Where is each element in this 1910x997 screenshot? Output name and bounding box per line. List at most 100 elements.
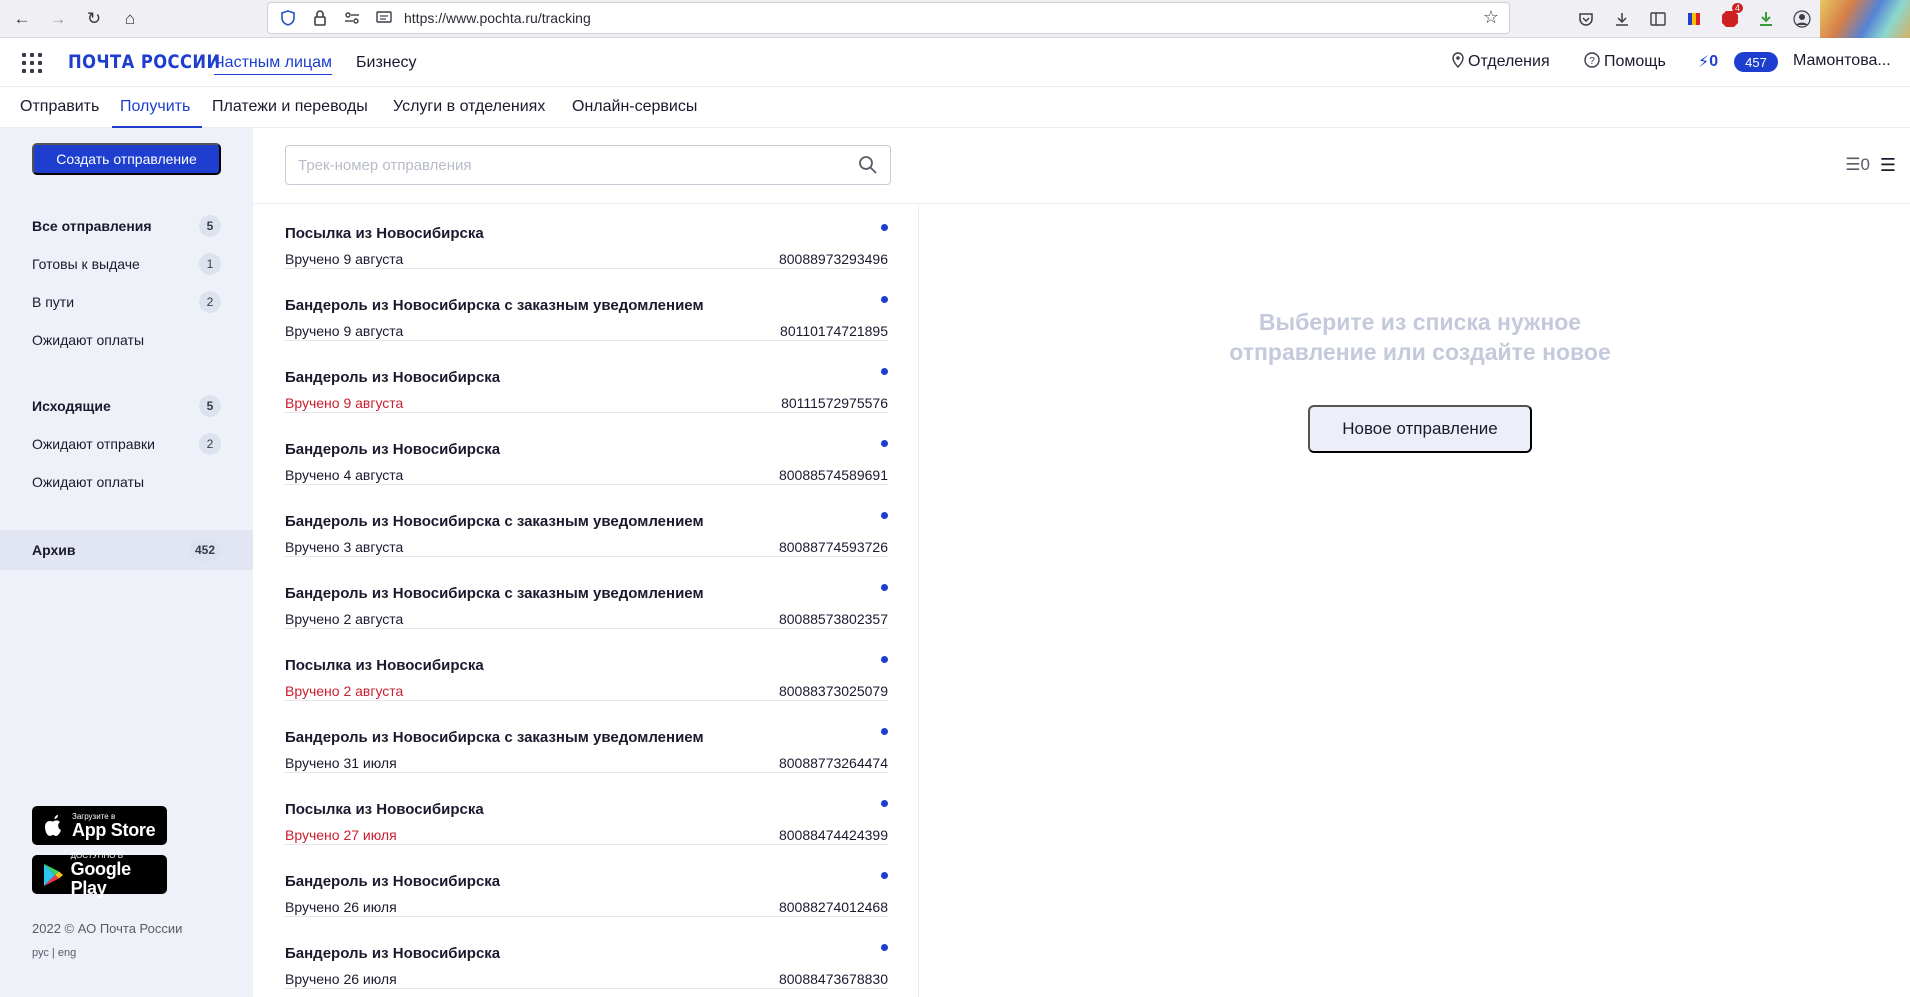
search-bar: ☰0 ☰ [253,128,1910,204]
shipment-row[interactable]: Бандероль из Новосибирска с заказным уве… [285,557,888,629]
count-badge: 2 [199,291,221,313]
shipment-title: Бандероль из Новосибирска с заказным уве… [285,513,704,530]
shipment-row[interactable]: Бандероль из Новосибирска Вручено 4 авгус… [285,413,888,485]
download-icon[interactable] [1604,0,1640,38]
shipment-row[interactable]: Бандероль из Новосибирска Вручено 26 июля… [285,845,888,917]
download-extension-icon[interactable] [1748,0,1784,38]
sidebar-item-outgoing[interactable]: Исходящие 5 [32,394,221,418]
shipment-status: Вручено 9 августа [285,395,404,411]
address-bar[interactable]: https://www.pochta.ru/tracking ☆ [267,2,1510,34]
nav-business[interactable]: Бизнесу [356,54,417,72]
appstore-big-text: App Store [72,819,156,840]
shipment-row[interactable]: Бандероль из Новосибирска Вручено 9 авгус… [285,341,888,413]
user-menu[interactable]: Мамонтова... [1793,52,1891,70]
track-search-field[interactable] [285,145,891,185]
tracking-number: 80088973293496 [778,251,888,267]
extensions-menu-icon[interactable] [1820,0,1910,38]
shipment-status: Вручено 27 июля [285,827,397,843]
shipment-title: Бандероль из Новосибирска [285,441,501,458]
pochta-logo[interactable]: ПОЧТА РОССИИ [68,51,221,73]
permissions-icon[interactable] [340,6,364,30]
subnav-send[interactable]: Отправить [20,98,99,116]
flag-extension-icon[interactable] [1676,0,1712,38]
tracking-number: 80111572975576 [781,395,888,411]
reload-icon[interactable]: ↻ [80,5,108,33]
sidebar-item-label: В пути [32,294,75,310]
detail-panel: Выберите из списка нужное отправление ил… [920,205,1910,997]
shipment-title: Бандероль из Новосибирска [285,369,501,386]
unread-dot-icon [881,728,888,735]
back-icon[interactable]: ← [8,5,36,33]
subnav-payments[interactable]: Платежи и переводы [212,98,368,116]
sidebar-item-all-shipments[interactable]: Все отправления 5 [32,214,221,238]
count-badge: 5 [199,395,221,417]
bookmark-star-icon[interactable]: ☆ [1483,7,1499,28]
lock-icon[interactable] [308,6,332,30]
shield-icon[interactable] [276,6,300,30]
shipment-row[interactable]: Бандероль из Новосибирска Вручено 26 июля… [285,917,888,989]
pocket-icon[interactable] [1568,0,1604,38]
apps-grid-icon[interactable] [22,53,42,73]
count-badge: 452 [188,539,221,561]
shipment-title: Бандероль из Новосибирска с заказным уве… [285,729,704,746]
adblock-extension-icon[interactable]: 4 [1712,0,1748,38]
unread-dot-icon [881,656,888,663]
subnav-office-services[interactable]: Услуги в отделениях [393,98,545,116]
subnav-receive[interactable]: Получить [120,98,190,116]
sidebar-item-archive[interactable]: Архив 452 [32,538,221,562]
forward-icon[interactable]: → [44,5,72,33]
subnav-online-services[interactable]: Онлайн-сервисы [572,98,697,116]
apple-icon [38,806,70,845]
tracking-number: 80088773264474 [778,755,888,771]
googleplay-big-text: Google Play [70,859,132,898]
shipment-row[interactable]: Посылка из Новосибирска Вручено 9 августа… [285,205,888,269]
tracking-number: 80088574589691 [778,467,888,483]
sidebar-item-label: Ожидают оплаты [32,332,145,348]
sidebar-item-awaiting-dispatch[interactable]: Ожидают отправки 2 [32,432,221,456]
sidebar-item-outgoing-awaiting-payment[interactable]: Ожидают оплаты [32,470,221,494]
reader-icon[interactable] [372,6,396,30]
help-link[interactable]: ? Помощь [1584,52,1666,71]
hamburger-menu-icon[interactable]: ☰ [1880,155,1896,176]
shipment-row[interactable]: Бандероль из Новосибирска с заказным уве… [285,701,888,773]
sidebar-item-ready[interactable]: Готовы к выдаче 1 [32,252,221,276]
notifications-badge[interactable]: 457 [1734,52,1778,72]
shipment-title: Бандероль из Новосибирска с заказным уве… [285,297,704,314]
sidebar-item-in-transit[interactable]: В пути 2 [32,290,221,314]
shipment-row[interactable]: Посылка из Новосибирска Вручено 2 августа… [285,629,888,701]
shipment-row[interactable]: Бандероль из Новосибирска с заказным уве… [285,485,888,557]
create-shipment-button[interactable]: Создать отправление [32,143,221,175]
shipment-row[interactable]: Бандероль из Новосибирска с заказным уве… [285,269,888,341]
extension-badge: 4 [1731,3,1743,13]
compact-view-toggle[interactable]: ☰0 [1845,155,1870,175]
sidebar-item-label: Готовы к выдаче [32,256,140,272]
shipment-status: Вручено 2 августа [285,611,404,627]
shipment-title: Посылка из Новосибирска [285,657,484,674]
bolt-icon: ⚡ [1698,54,1710,71]
nav-private-persons[interactable]: Частным лицам [214,54,333,75]
search-icon[interactable] [858,155,878,175]
offices-link[interactable]: Отделения [1452,52,1550,71]
sidebar-item-label: Архив [32,542,76,558]
points-link[interactable]: ⚡ 0 [1698,52,1718,72]
svg-text:?: ? [1589,56,1595,67]
app-store-badge[interactable]: Загрузите в App Store [32,806,167,845]
shipment-status: Вручено 9 августа [285,323,404,339]
sidebar-toggle-icon[interactable] [1640,0,1676,38]
language-switch[interactable]: рус | eng [32,947,76,959]
google-play-icon [38,855,69,894]
account-icon[interactable] [1784,0,1820,38]
shipment-row[interactable]: Посылка из Новосибирска Вручено 27 июля 80… [285,773,888,845]
shipment-status: Вручено 9 августа [285,251,404,267]
unread-dot-icon [881,584,888,591]
new-shipment-button[interactable]: Новое отправление [1308,405,1532,453]
url-text[interactable]: https://www.pochta.ru/tracking [404,10,591,26]
help-label: Помощь [1604,52,1666,70]
unread-dot-icon [881,368,888,375]
track-number-input[interactable] [298,156,818,174]
google-play-badge[interactable]: ДОСТУПНО В Google Play [32,851,167,898]
tracking-number: 80088373025079 [778,683,888,699]
tracking-number: 80088774593726 [778,539,888,555]
home-icon[interactable]: ⌂ [116,5,144,33]
sidebar-item-awaiting-payment[interactable]: Ожидают оплаты [32,328,221,352]
